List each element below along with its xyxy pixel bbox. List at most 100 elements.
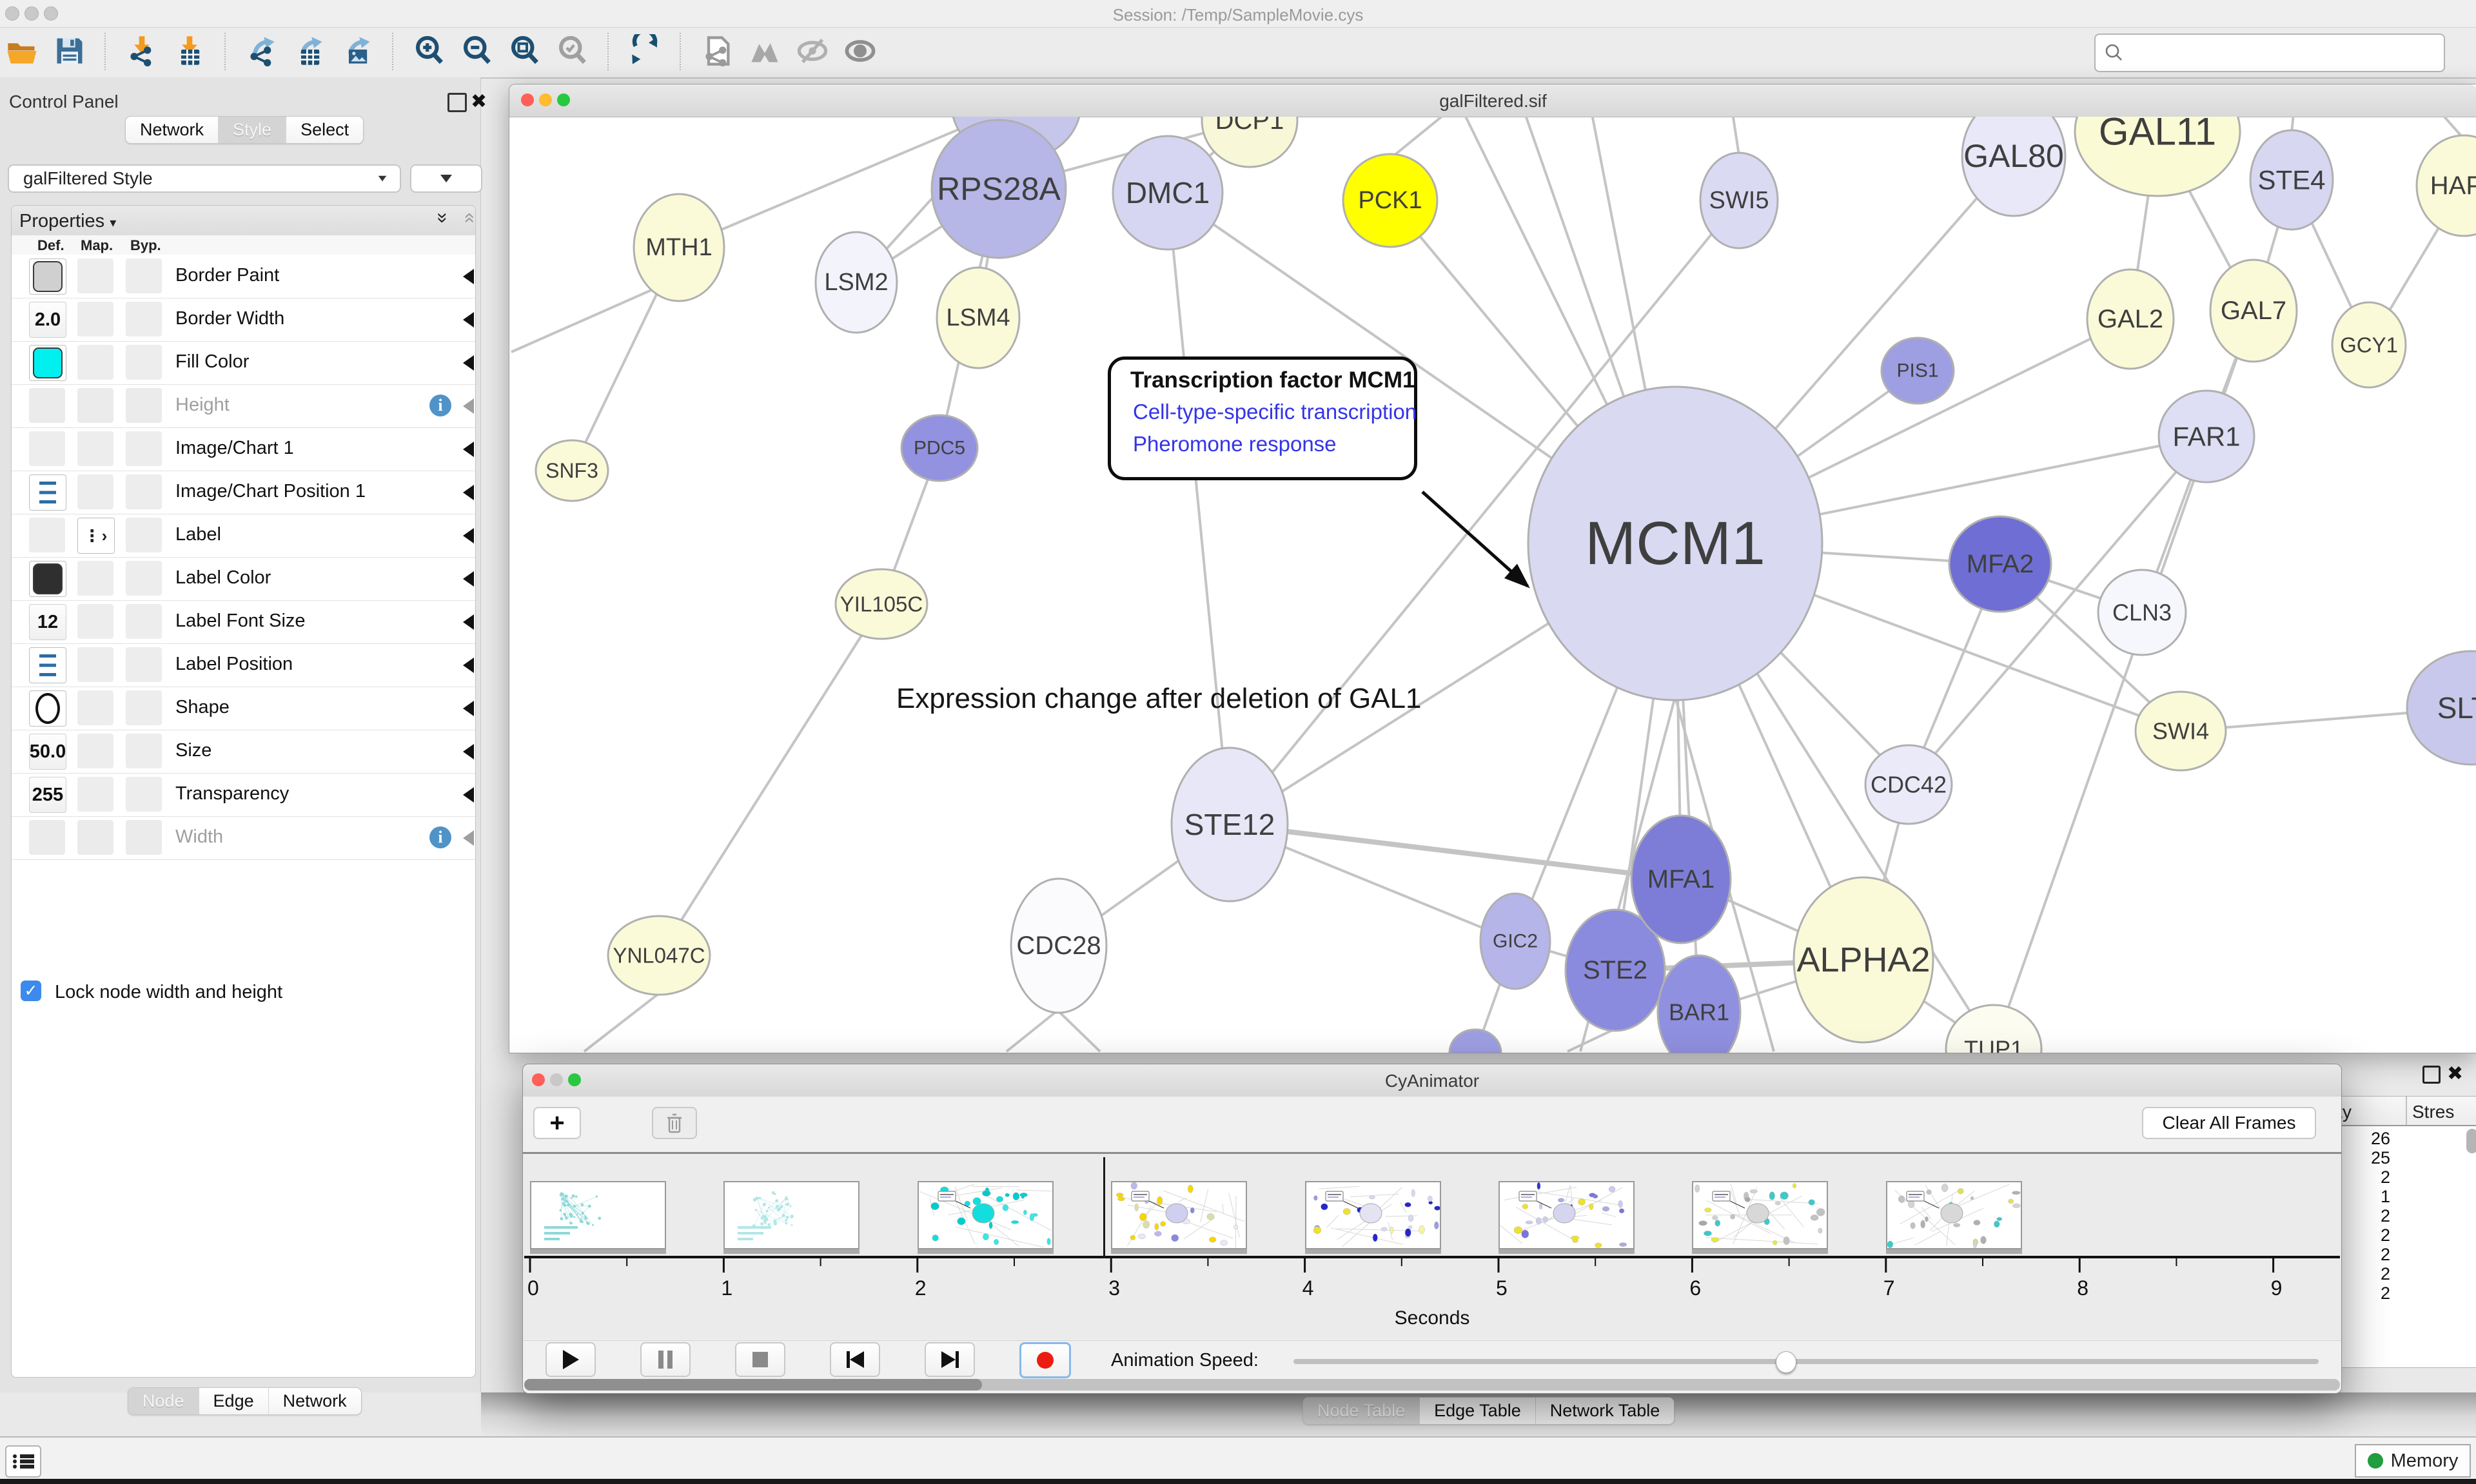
def-cell[interactable] [29,690,66,727]
expand-arrow-icon[interactable] [463,701,474,716]
property-row-label-position[interactable]: Label Position [12,643,475,687]
node-nodeb[interactable] [1449,1030,1501,1053]
expand-all-icon[interactable]: » [431,213,453,224]
expand-arrow-icon[interactable] [463,658,474,673]
map-cell[interactable] [77,259,113,293]
style-options-button[interactable] [410,164,482,193]
byp-cell[interactable] [126,518,162,552]
delete-frame-button[interactable] [652,1107,697,1139]
byp-cell[interactable] [126,820,162,855]
map-cell[interactable] [77,561,113,596]
column-divider[interactable] [2406,1097,2407,1125]
expand-arrow-icon[interactable] [463,398,474,414]
tab-style[interactable]: Style [219,117,286,143]
byp-cell[interactable] [126,604,162,639]
tab-network[interactable]: Network [126,117,219,143]
annotation-box[interactable]: Transcription factor MCM1 Cell-type-spec… [1108,356,1417,480]
record-button[interactable] [1019,1342,1071,1378]
def-cell[interactable]: 12 [29,604,66,640]
byp-cell[interactable] [126,690,162,725]
property-row-fill-color[interactable]: Fill Color [12,341,475,385]
tab-network[interactable]: Network [269,1388,361,1414]
memory-button[interactable]: Memory [2355,1444,2471,1478]
tab-edge-table[interactable]: Edge Table [1420,1398,1536,1424]
task-history-button[interactable] [5,1445,41,1478]
first-neighbors-button[interactable] [747,33,783,69]
network-window-titlebar[interactable]: galFiltered.sif [509,84,2476,117]
table-cell[interactable]: 2 [2348,1264,2390,1284]
frame-thumbnail-5[interactable] [1305,1181,1441,1249]
byp-cell[interactable] [126,777,162,812]
clear-all-frames-button[interactable]: Clear All Frames [2142,1107,2316,1139]
frame-thumbnail-4[interactable] [1111,1181,1247,1249]
export-image-button[interactable] [339,33,375,69]
def-cell[interactable]: 2.0 [29,302,66,338]
info-icon[interactable]: i [429,826,451,848]
map-cell[interactable] [77,302,113,337]
zoom-in-button[interactable] [411,33,447,69]
edge-stub[interactable] [584,993,659,1051]
scrollbar-thumb[interactable] [524,1379,982,1391]
property-row-transparency[interactable]: 255Transparency [12,773,475,817]
expand-arrow-icon[interactable] [463,830,474,846]
edge-stub[interactable] [2419,117,2462,137]
map-cell[interactable] [77,345,113,380]
table-scrollbar[interactable] [2466,1129,2476,1153]
def-cell[interactable] [29,647,66,683]
tab-node[interactable]: Node [128,1388,199,1414]
byp-cell[interactable] [126,561,162,596]
float-panel-icon[interactable] [447,93,467,112]
edge-dmc1-ste12[interactable] [1168,193,1230,825]
property-row-border-paint[interactable]: Border Paint [12,255,475,298]
map-cell[interactable] [77,647,113,682]
collapse-all-icon[interactable]: » [457,213,476,224]
property-row-height[interactable]: Heighti [12,384,475,428]
byp-cell[interactable] [126,259,162,293]
table-cell[interactable]: 25 [2348,1148,2390,1168]
frame-thumbnail-8[interactable] [1886,1181,2022,1249]
show-all-button[interactable] [842,33,878,69]
save-session-button[interactable] [52,33,88,69]
expand-arrow-icon[interactable] [463,355,474,371]
table-cell[interactable]: 1 [2348,1187,2390,1207]
add-frame-button[interactable]: + [533,1107,581,1139]
export-network-button[interactable] [244,33,280,69]
expand-arrow-icon[interactable] [463,269,474,284]
def-cell[interactable] [29,561,66,597]
map-cell[interactable] [77,474,113,509]
edge-stub[interactable] [1390,117,1477,159]
hide-selected-button[interactable] [794,33,830,69]
zoom-selected-button[interactable] [555,33,591,69]
network-canvas[interactable]: RPS28BDCP1RPS28ADMC1PCK1MTH1LSM2LSM4SNF3… [509,117,2476,1053]
edge-stub[interactable] [1567,1029,1615,1051]
import-table-button[interactable] [172,33,208,69]
expand-arrow-icon[interactable] [463,571,474,587]
byp-cell[interactable] [126,647,162,682]
expand-arrow-icon[interactable] [463,528,474,543]
byp-cell[interactable] [126,734,162,768]
stop-button[interactable] [735,1342,785,1377]
map-cell[interactable] [77,734,113,768]
frame-thumbnail-6[interactable] [1498,1181,1635,1249]
def-cell[interactable] [29,518,65,552]
table-cell[interactable]: 2 [2348,1245,2390,1265]
play-button[interactable] [545,1342,596,1377]
refresh-view-button[interactable] [627,33,663,69]
property-row-border-width[interactable]: 2.0Border Width [12,298,475,342]
search-box[interactable] [2094,34,2445,72]
def-cell[interactable]: 50.0 [29,734,66,770]
map-cell[interactable] [77,604,113,639]
zoom-out-button[interactable] [459,33,495,69]
frame-thumbnail-7[interactable] [1692,1181,1828,1249]
map-cell[interactable] [77,690,113,725]
frame-thumbnail-2[interactable] [723,1181,860,1249]
style-select[interactable]: galFiltered Style [8,164,401,193]
def-cell[interactable] [29,820,65,855]
map-cell[interactable] [77,431,113,466]
import-network-button[interactable] [124,33,160,69]
tab-node-table[interactable]: Node Table [1303,1398,1420,1424]
def-cell[interactable] [29,474,66,511]
property-row-label-color[interactable]: Label Color [12,557,475,601]
network-from-selection-button[interactable] [699,33,735,69]
map-cell[interactable] [77,777,113,812]
